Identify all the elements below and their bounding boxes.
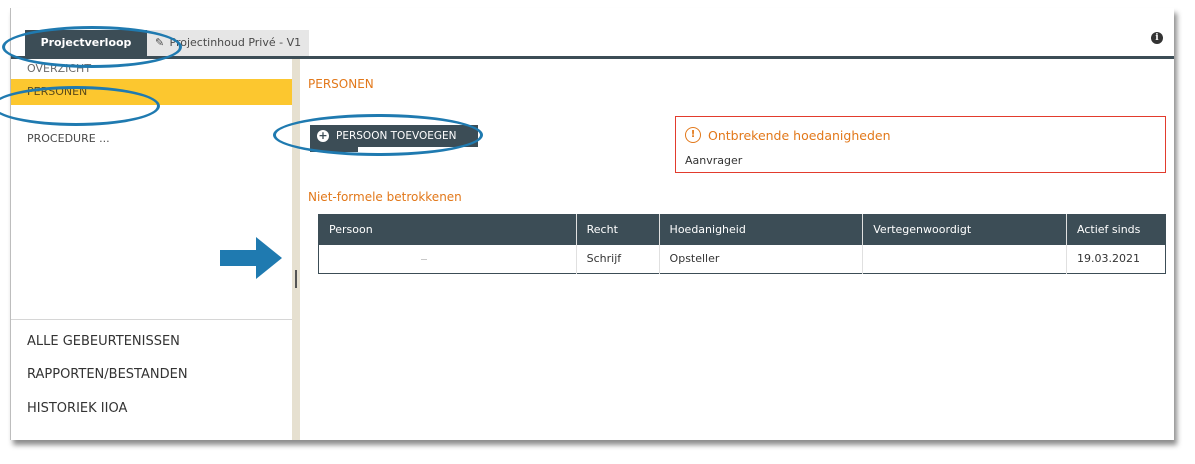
table-header-row: Persoon Recht Hoedanigheid Vertegenwoord…: [318, 214, 1166, 245]
column-header-recht[interactable]: Recht: [576, 214, 660, 245]
tab-projectverloop[interactable]: Projectverloop: [25, 30, 147, 56]
sidebar-item-overzicht[interactable]: OVERZICHT: [11, 63, 292, 79]
tab-projectinhoud-label: Projectinhoud Privé - V1: [169, 36, 302, 49]
sidebar-link-label: ALLE GEBEURTENISSEN: [27, 334, 180, 349]
add-person-button-tab: [310, 147, 358, 152]
sidebar-item-procedure[interactable]: PROCEDURE ...: [11, 130, 292, 148]
add-person-button[interactable]: + PERSOON TOEVOEGEN: [310, 125, 478, 147]
annotation-arrow-icon: [220, 237, 282, 279]
tab-bar: Projectverloop ✎ Projectinhoud Privé - V…: [11, 8, 1174, 56]
sidebar-item-label: OVERZICHT: [27, 63, 92, 75]
add-person-button-label: PERSOON TOEVOEGEN: [336, 130, 457, 142]
sidebar-item-personen[interactable]: PERSONEN: [11, 79, 292, 105]
tab-projectinhoud[interactable]: ✎ Projectinhoud Privé - V1: [147, 30, 309, 56]
cell-persoon: [318, 244, 577, 273]
sidebar-link-alle-gebeurtenissen[interactable]: ALLE GEBEURTENISSEN: [11, 332, 292, 352]
subsection-title: Niet-formele betrokkenen: [308, 190, 462, 204]
sidebar-divider: [11, 319, 292, 320]
sidebar-item-label: PERSONEN: [27, 85, 88, 98]
cell-vertegenwoordigt: [862, 244, 1068, 273]
persons-table: Persoon Recht Hoedanigheid Vertegenwoord…: [318, 214, 1166, 274]
sidebar-link-label: HISTORIEK IIOA: [27, 401, 128, 416]
sidebar-link-rapporten-bestanden[interactable]: RAPPORTEN/BESTANDEN: [11, 365, 292, 385]
splitter-grip[interactable]: [295, 270, 297, 288]
missing-roles-alert: ! Ontbrekende hoedanigheden Aanvrager: [675, 116, 1166, 173]
sidebar-link-label: RAPPORTEN/BESTANDEN: [27, 367, 188, 382]
cell-hoedanigheid: Opsteller: [659, 244, 864, 273]
column-header-actief-sinds[interactable]: Actief sinds: [1066, 214, 1166, 245]
app-window: Projectverloop ✎ Projectinhoud Privé - V…: [10, 8, 1174, 440]
sidebar-item-label: PROCEDURE ...: [27, 132, 110, 145]
pencil-icon: ✎: [155, 36, 165, 49]
info-icon[interactable]: i: [1151, 32, 1163, 44]
column-header-hoedanigheid[interactable]: Hoedanigheid: [659, 214, 864, 245]
alert-text: Aanvrager: [685, 154, 743, 167]
column-header-vertegenwoordigt[interactable]: Vertegenwoordigt: [862, 214, 1068, 245]
alert-title: Ontbrekende hoedanigheden: [708, 128, 891, 143]
plus-circle-icon: +: [317, 129, 329, 142]
column-header-persoon[interactable]: Persoon: [318, 214, 577, 245]
sidebar-link-historiek-iioa[interactable]: HISTORIEK IIOA: [11, 399, 292, 419]
cell-actief-sinds: 19.03.2021: [1077, 252, 1141, 265]
panel-splitter[interactable]: [292, 59, 300, 440]
cell-recht: Schrijf: [576, 244, 660, 273]
warning-circle-icon: !: [685, 127, 701, 143]
table-row[interactable]: Schrijf Opsteller 19.03.2021: [318, 244, 1166, 273]
page-title: PERSONEN: [308, 77, 374, 91]
main-content: PERSONEN + PERSOON TOEVOEGEN ! Ontbreken…: [300, 59, 1174, 440]
